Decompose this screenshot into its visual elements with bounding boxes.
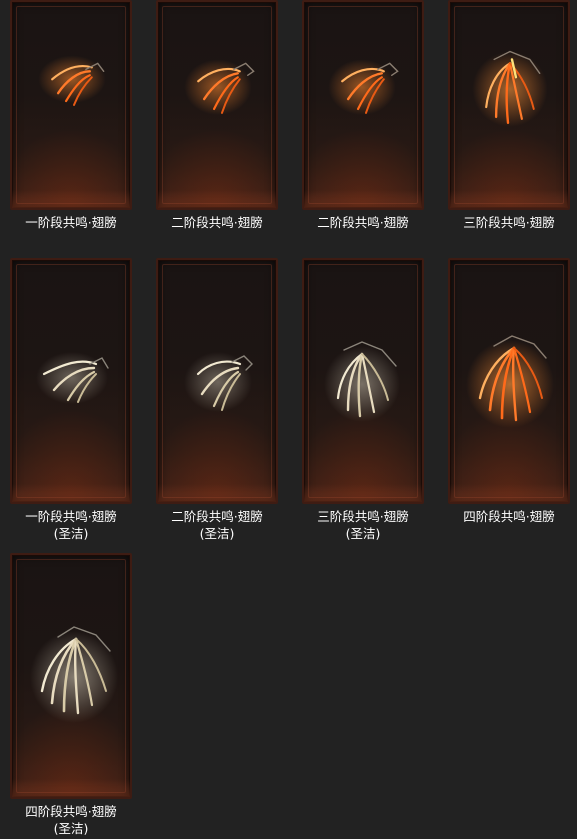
item-label: 三阶段共鸣·翅膀 bbox=[317, 509, 409, 524]
item-label: 四阶段共鸣·翅膀 bbox=[463, 509, 555, 524]
wing-card[interactable] bbox=[10, 258, 132, 504]
gallery-item[interactable]: 四阶段共鸣·翅膀 bbox=[441, 258, 577, 525]
item-label: 一阶段共鸣·翅膀 bbox=[25, 215, 117, 230]
gallery-item[interactable]: 二阶段共鸣·翅膀 bbox=[149, 0, 285, 231]
resonance-wings-stage2-holy-icon bbox=[184, 352, 253, 412]
item-label: 二阶段共鸣·翅膀 bbox=[317, 215, 409, 230]
item-label: 二阶段共鸣·翅膀 bbox=[171, 215, 263, 230]
wings-gallery: 一阶段共鸣·翅膀 二阶段共鸣·翅膀 二阶段共鸣·翅膀 三阶段共鸣·翅膀 一阶段共… bbox=[0, 0, 577, 839]
item-label: 四阶段共鸣·翅膀 bbox=[25, 804, 117, 819]
wing-card[interactable] bbox=[156, 258, 278, 504]
resonance-wings-stage2-icon bbox=[184, 59, 255, 115]
item-label: 一阶段共鸣·翅膀 bbox=[25, 509, 117, 524]
wing-card[interactable] bbox=[156, 0, 278, 210]
wing-card[interactable] bbox=[302, 0, 424, 210]
wing-card[interactable] bbox=[302, 258, 424, 504]
resonance-wings-stage4-icon bbox=[466, 335, 554, 428]
wing-card[interactable] bbox=[10, 0, 132, 210]
gallery-item[interactable]: 三阶段共鸣·翅膀 (圣洁) bbox=[295, 258, 431, 542]
resonance-wings-stage3-holy-icon bbox=[324, 341, 400, 422]
item-sublabel: (圣洁) bbox=[345, 526, 381, 541]
item-sublabel: (圣洁) bbox=[199, 526, 235, 541]
item-sublabel: (圣洁) bbox=[53, 821, 89, 836]
resonance-wings-stage1-holy-icon bbox=[36, 352, 109, 404]
gallery-item[interactable]: 四阶段共鸣·翅膀 (圣洁) bbox=[3, 553, 139, 837]
gallery-item[interactable]: 一阶段共鸣·翅膀 (圣洁) bbox=[3, 258, 139, 542]
item-label: 二阶段共鸣·翅膀 bbox=[171, 509, 263, 524]
gallery-item[interactable]: 二阶段共鸣·翅膀 bbox=[295, 0, 431, 231]
resonance-wings-stage3-icon bbox=[472, 50, 548, 127]
gallery-item[interactable]: 三阶段共鸣·翅膀 bbox=[441, 0, 577, 231]
resonance-wings-stage2-icon bbox=[328, 59, 399, 115]
gallery-item[interactable]: 二阶段共鸣·翅膀 (圣洁) bbox=[149, 258, 285, 542]
gallery-item[interactable]: 一阶段共鸣·翅膀 bbox=[3, 0, 139, 231]
resonance-wings-stage1-icon bbox=[38, 55, 106, 106]
wing-card[interactable] bbox=[448, 0, 570, 210]
wing-card[interactable] bbox=[10, 553, 132, 799]
wing-card[interactable] bbox=[448, 258, 570, 504]
item-label: 三阶段共鸣·翅膀 bbox=[463, 215, 555, 230]
resonance-wings-stage4-holy-icon bbox=[30, 626, 118, 723]
item-sublabel: (圣洁) bbox=[53, 526, 89, 541]
